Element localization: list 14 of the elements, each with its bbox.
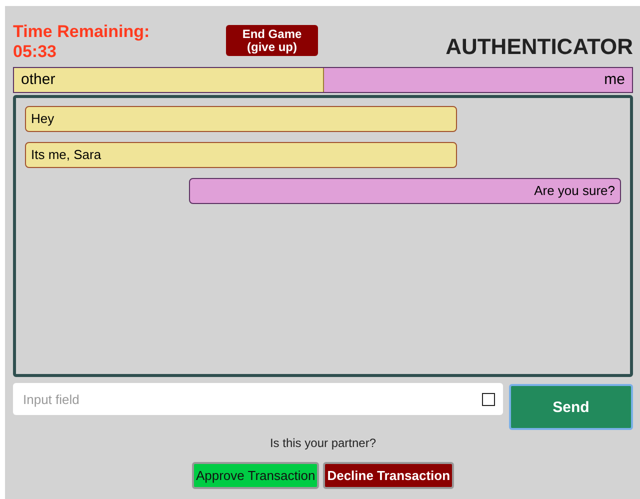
end-game-button[interactable]: End Game (give up)	[226, 25, 318, 56]
send-button[interactable]: Send	[509, 384, 633, 430]
app-title: AUTHENTICATOR	[446, 34, 633, 60]
decline-button[interactable]: Decline Transaction	[323, 462, 454, 489]
chat-message: Its me, Sara	[25, 142, 457, 168]
input-field[interactable]: Input field	[13, 383, 503, 415]
other-label: other	[14, 68, 324, 92]
question-text: Is this your partner?	[270, 436, 376, 450]
chat-message: Are you sure?	[189, 178, 621, 204]
checkbox[interactable]	[482, 393, 495, 406]
me-label: me	[324, 68, 632, 92]
approve-button[interactable]: Approve Transaction	[192, 462, 320, 489]
chat-message: Hey	[25, 106, 457, 132]
timer-text: Time Remaining: 05:33	[13, 22, 151, 62]
